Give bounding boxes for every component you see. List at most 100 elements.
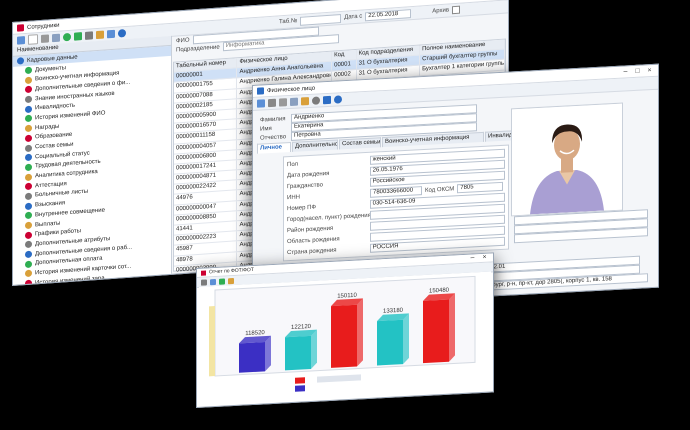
birth-country-label: Страна рождения [287, 247, 337, 256]
tree-item-label: Награды [35, 123, 60, 132]
person-icon [25, 182, 32, 191]
print-icon[interactable] [85, 31, 93, 40]
app-icon [17, 24, 24, 32]
person-icon [25, 211, 32, 220]
table-cell: 00001 [332, 60, 357, 71]
tree-item-label: Коэффициенты индексации зара... [35, 283, 132, 286]
chart-minimize-button[interactable]: – [468, 254, 477, 262]
tree-list: Кадровые данные Документы Воинско-учетная … [13, 45, 171, 287]
chart-zoom-icon[interactable] [219, 277, 225, 285]
delete-icon[interactable] [279, 98, 287, 107]
bar-side [449, 293, 455, 362]
save-icon[interactable] [257, 99, 265, 108]
person-icon [25, 95, 32, 104]
patronymic-label: Отчество [260, 133, 287, 142]
chart-app-icon [201, 269, 206, 276]
person-icon [25, 153, 32, 162]
person-icon [25, 66, 32, 75]
tab-number-label: Таб.№ [279, 18, 298, 26]
person-icon [25, 250, 32, 259]
person-icon [25, 86, 32, 94]
tab-1[interactable]: Дополнительно [292, 139, 338, 152]
person-icon [17, 57, 24, 65]
add-icon[interactable] [28, 34, 38, 45]
help-icon[interactable] [118, 29, 126, 38]
surname-label: Фамилия [260, 115, 286, 124]
person-icon [25, 241, 32, 249]
person-icon [25, 231, 32, 239]
person-icon [25, 202, 32, 210]
person-icon [25, 173, 32, 181]
person-icon [25, 221, 32, 230]
refresh-icon[interactable] [63, 32, 71, 42]
bar[interactable] [377, 319, 403, 366]
bar[interactable] [331, 304, 357, 368]
person-icon [25, 76, 32, 84]
tree-item-label: Взыскания [35, 200, 66, 209]
person-icon [25, 260, 32, 268]
archive-label: Архив [432, 7, 450, 15]
bar[interactable] [285, 335, 311, 371]
tree-item-label: Выплаты [35, 220, 61, 228]
tree-item-label: Аттестация [35, 180, 67, 190]
chart-settings-icon[interactable] [228, 277, 234, 284]
help-icon[interactable] [334, 95, 342, 104]
date-label: Дата с [344, 13, 363, 21]
filter-icon[interactable] [74, 32, 82, 41]
bar-value-label: 150480 [429, 288, 450, 295]
delete-icon[interactable] [41, 34, 49, 43]
person-icon [25, 105, 32, 113]
category-tree: Наименование Кадровые данные Документы Вои… [13, 35, 172, 287]
bar-side [403, 313, 409, 365]
tree-item-label: История изменений зара... [35, 274, 110, 287]
bar[interactable] [239, 342, 265, 373]
person-icon [25, 279, 32, 287]
chart-side-panel [209, 306, 215, 377]
person-icon [25, 163, 32, 171]
print-icon[interactable] [323, 95, 331, 105]
bar-value-label: 133180 [383, 308, 404, 315]
name-label: Имя [260, 125, 272, 133]
export-icon[interactable] [107, 29, 115, 39]
legend-swatch-red [295, 377, 305, 384]
bar-side [357, 298, 363, 367]
settings-icon[interactable] [96, 30, 104, 40]
person-icon [25, 124, 32, 133]
edit-icon[interactable] [17, 36, 25, 45]
bar-value-label: 150110 [337, 293, 357, 300]
grid-column-header[interactable]: Код [332, 49, 357, 61]
copy-icon[interactable] [52, 33, 60, 43]
chart-window: Отчет по ФОТ/ФОТ – × 118520 122120 150110 1… [196, 252, 494, 408]
photo-image [512, 103, 622, 216]
tab-number-field[interactable] [300, 13, 342, 26]
copy-icon[interactable] [290, 97, 298, 107]
cancel-icon[interactable] [268, 98, 276, 108]
person-icon [25, 270, 32, 278]
chart-save-icon[interactable] [210, 278, 216, 285]
person-minimize-button[interactable]: – [621, 68, 630, 76]
bar-side [311, 329, 317, 369]
tree-item-label: Документы [35, 64, 66, 73]
person-close-button[interactable]: × [645, 66, 654, 74]
person-form: Пол женский Дата рождения 26.05.1976 Граждан… [283, 144, 509, 262]
archive-checkbox[interactable] [452, 5, 461, 15]
bar-value-label: 118520 [245, 330, 265, 337]
person-icon [25, 134, 32, 142]
tab-0[interactable]: Личное [257, 141, 291, 154]
person-maximize-button[interactable]: □ [633, 67, 642, 75]
division-label: Подразделение [176, 43, 220, 54]
chart-print-icon[interactable] [201, 278, 207, 286]
legend-swatch-blue [295, 385, 305, 392]
tab-2[interactable]: Состав семьи [339, 137, 381, 150]
date-field[interactable]: 22.05.2018 [365, 8, 412, 21]
fio-label: ФИО [176, 37, 190, 45]
bar[interactable] [423, 299, 449, 364]
history-icon[interactable] [301, 97, 309, 106]
chart-close-button[interactable]: × [480, 254, 489, 262]
search-icon[interactable] [312, 96, 320, 105]
bar-chart: 118520 122120 150110 133180 150480 [199, 271, 491, 405]
person-icon [25, 144, 32, 152]
person-icon [25, 115, 32, 123]
oksm-label: Код ОКСМ [425, 185, 455, 194]
person-icon [25, 192, 32, 201]
